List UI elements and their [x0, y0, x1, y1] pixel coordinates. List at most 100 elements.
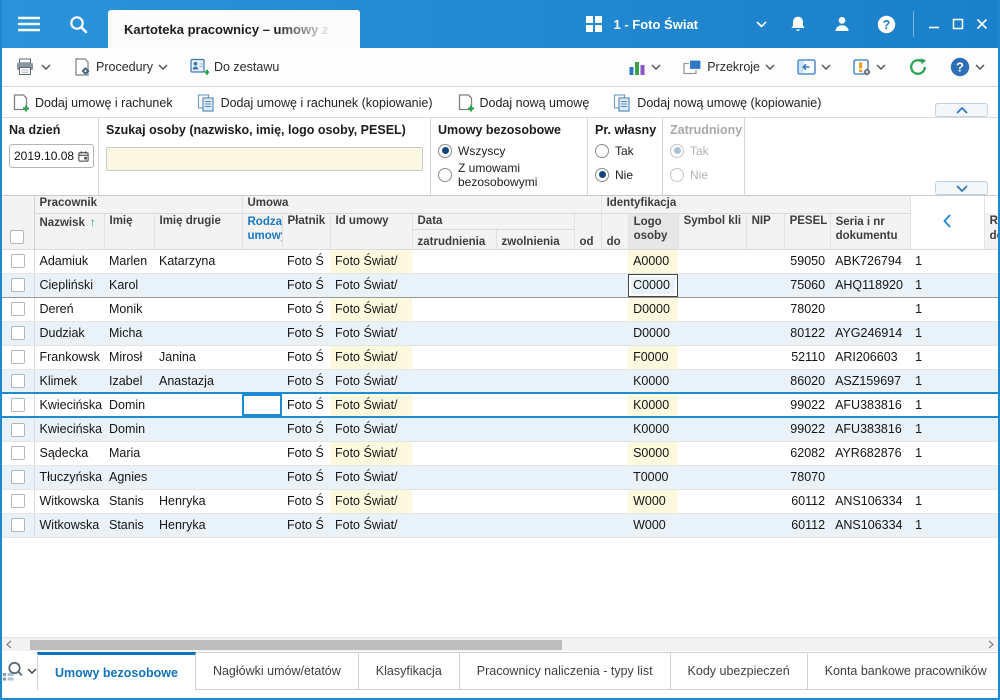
bottom-tab[interactable]: Pracownicy naliczenia - typy list: [460, 652, 671, 690]
cell-symbol[interactable]: [678, 321, 746, 345]
cell-id-umowy[interactable]: Foto Świat/: [330, 321, 412, 345]
cell-platnik[interactable]: Foto Ś: [282, 513, 330, 537]
cell-data-zwolnienia[interactable]: [496, 345, 574, 369]
cell-data-zwolnienia[interactable]: [496, 465, 574, 489]
row-checkbox[interactable]: [11, 423, 25, 437]
column-header-seria[interactable]: Seria i nr dokumentu: [830, 213, 910, 249]
global-search-button[interactable]: [62, 9, 94, 39]
cell-rodzaj-dokumentu[interactable]: 1: [910, 369, 984, 393]
cell-nip[interactable]: [746, 441, 784, 465]
column-header-nazwisko[interactable]: Nazwisk↑: [34, 213, 104, 249]
select-all-checkbox[interactable]: [10, 230, 24, 244]
cell-rodzaj-dokumentu[interactable]: [910, 465, 984, 489]
cell-symbol[interactable]: [678, 393, 746, 417]
expand-filter-panel-button[interactable]: [935, 181, 988, 195]
row-select-cell[interactable]: [2, 321, 34, 345]
select-all-header-cell[interactable]: [2, 196, 34, 249]
cell-pesel[interactable]: 80122: [784, 321, 830, 345]
cell-do[interactable]: [601, 393, 628, 417]
help-button[interactable]: ?: [873, 10, 899, 38]
row-checkbox[interactable]: [11, 398, 25, 412]
cell-imie-drugie[interactable]: [154, 441, 242, 465]
row-checkbox[interactable]: [11, 518, 25, 532]
cell-nazwisko[interactable]: Dudziak: [34, 321, 104, 345]
cell-rodzaj-dokumentu[interactable]: 1: [910, 417, 984, 441]
table-row[interactable]: Klimek Izabel Anastazja Foto Ś Foto Świa…: [2, 369, 998, 393]
cell-od[interactable]: [574, 465, 601, 489]
cell-id-umowy[interactable]: Foto Świat/: [330, 465, 412, 489]
cell-logo-osoby[interactable]: K0000: [628, 369, 678, 393]
cell-seria[interactable]: ABK726794: [830, 249, 910, 273]
table-row[interactable]: Dudziak Micha Foto Ś Foto Świat/ D0000 8…: [2, 321, 998, 345]
row-select-cell[interactable]: [2, 465, 34, 489]
cell-imie[interactable]: Maria: [104, 441, 154, 465]
cell-rodzaj-umowy[interactable]: [242, 321, 282, 345]
bottom-tab[interactable]: Konta bankowe pracowników: [808, 652, 1000, 690]
cell-rodzaj-umowy[interactable]: [242, 297, 282, 321]
cell-nip[interactable]: [746, 321, 784, 345]
cell-logo-osoby[interactable]: A0000: [628, 249, 678, 273]
cell-imie-drugie[interactable]: Janina: [154, 345, 242, 369]
cell-imie[interactable]: Karol: [104, 273, 154, 297]
cell-imie[interactable]: Micha: [104, 321, 154, 345]
cell-data-zwolnienia[interactable]: [496, 441, 574, 465]
cell-do[interactable]: [601, 417, 628, 441]
horizontal-scrollbar[interactable]: [2, 637, 998, 651]
cell-seria[interactable]: AYR682876: [830, 441, 910, 465]
cell-seria[interactable]: [830, 465, 910, 489]
cell-od[interactable]: [574, 321, 601, 345]
cell-id-umowy[interactable]: Foto Świat/: [330, 441, 412, 465]
cell-od[interactable]: [574, 249, 601, 273]
table-row[interactable]: Witkowska Stanis Henryka Foto Ś Foto Świ…: [2, 513, 998, 537]
cell-imie-drugie[interactable]: Henryka: [154, 513, 242, 537]
column-header-imie-drugie[interactable]: Imię drugie: [154, 213, 242, 249]
cell-data-zwolnienia[interactable]: [496, 297, 574, 321]
cell-do[interactable]: [601, 297, 628, 321]
cell-pesel[interactable]: 52110: [784, 345, 830, 369]
collapse-side-panel-button[interactable]: [910, 196, 984, 249]
cell-nazwisko[interactable]: Ciepliński: [34, 273, 104, 297]
column-header-logo-osoby[interactable]: Logo osoby: [628, 213, 678, 249]
cell-logo-osoby[interactable]: T0000: [628, 465, 678, 489]
row-checkbox[interactable]: [11, 470, 25, 484]
bottom-tab[interactable]: Umowy bezosobowe: [37, 652, 196, 690]
cell-od[interactable]: [574, 489, 601, 513]
radio-pr-wlasny-tak[interactable]: Tak: [595, 140, 655, 161]
cell-logo-osoby[interactable]: K0000: [628, 393, 678, 417]
cell-rodzaj-dokumentu[interactable]: 1: [910, 345, 984, 369]
cell-id-umowy[interactable]: Foto Świat/: [330, 393, 412, 417]
cell-seria[interactable]: ANS106334: [830, 513, 910, 537]
cell-imie-drugie[interactable]: [154, 417, 242, 441]
cell-data-zatrudnienia[interactable]: [412, 297, 496, 321]
cell-imie-drugie[interactable]: Katarzyna: [154, 249, 242, 273]
cell-do[interactable]: [601, 513, 628, 537]
procedury-button[interactable]: Procedury: [70, 56, 171, 78]
cell-data-zwolnienia[interactable]: [496, 369, 574, 393]
cell-seria[interactable]: ARI206603: [830, 345, 910, 369]
cell-imie-drugie[interactable]: Henryka: [154, 489, 242, 513]
cell-data-zatrudnienia[interactable]: [412, 321, 496, 345]
table-row[interactable]: Ciepliński Karol Foto Ś Foto Świat/ C000…: [2, 273, 998, 297]
cell-do[interactable]: [601, 369, 628, 393]
cell-rodzaj-umowy[interactable]: [242, 393, 282, 417]
cell-nip[interactable]: [746, 417, 784, 441]
cell-seria[interactable]: AYG246914: [830, 321, 910, 345]
cell-rodzaj-dokumentu[interactable]: 1: [910, 249, 984, 273]
cell-imie-drugie[interactable]: [154, 465, 242, 489]
cell-seria[interactable]: AFU383816: [830, 393, 910, 417]
cell-nazwisko[interactable]: Tłuczyńska: [34, 465, 104, 489]
cell-pesel[interactable]: 60112: [784, 513, 830, 537]
cell-id-umowy[interactable]: Foto Świat/: [330, 369, 412, 393]
cell-data-zwolnienia[interactable]: [496, 489, 574, 513]
cell-pesel[interactable]: 99022: [784, 393, 830, 417]
cell-od[interactable]: [574, 393, 601, 417]
cell-platnik[interactable]: Foto Ś: [282, 393, 330, 417]
row-checkbox[interactable]: [11, 326, 25, 340]
cell-rodzaj-umowy[interactable]: [242, 513, 282, 537]
cell-imie[interactable]: Agnies: [104, 465, 154, 489]
cell-logo-osoby[interactable]: F0000: [628, 345, 678, 369]
cell-imie-drugie[interactable]: [154, 297, 242, 321]
cell-rodzaj-dokumentu[interactable]: 1: [910, 393, 984, 417]
cell-imie[interactable]: Domin: [104, 393, 154, 417]
cell-imie[interactable]: Stanis: [104, 489, 154, 513]
